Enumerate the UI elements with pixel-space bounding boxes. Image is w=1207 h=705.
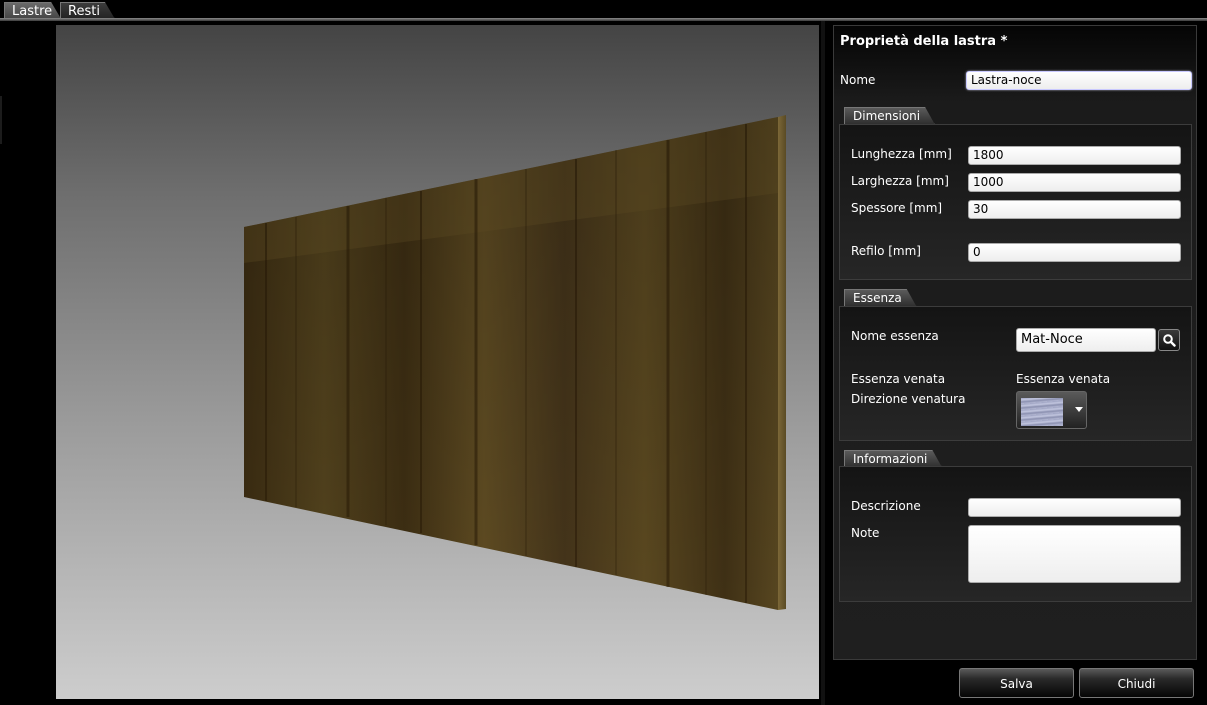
nome-essenza-input[interactable]: Mat-Noce — [1016, 328, 1156, 352]
tab-resti[interactable]: Resti — [60, 2, 115, 19]
properties-panel: Proprietà della lastra * Nome Lastra-noc… — [833, 25, 1197, 660]
larghezza-label: Larghezza [mm] — [851, 174, 949, 188]
3d-viewport[interactable] — [56, 25, 819, 699]
panel-edge — [778, 115, 786, 610]
descrizione-label: Descrizione — [851, 499, 921, 513]
save-button[interactable]: Salva — [959, 668, 1074, 698]
search-icon — [1163, 334, 1176, 347]
panel-title: Proprietà della lastra * — [840, 34, 1008, 49]
lunghezza-label: Lunghezza [mm] — [851, 147, 952, 161]
refilo-label: Refilo [mm] — [851, 244, 921, 258]
tab-bar-underline — [0, 18, 1207, 21]
lunghezza-input[interactable]: 1800 — [968, 146, 1181, 165]
larghezza-input[interactable]: 1000 — [968, 173, 1181, 192]
chevron-down-icon — [1075, 407, 1083, 412]
splitter[interactable] — [821, 21, 825, 705]
nome-input[interactable]: Lastra-noce — [966, 71, 1192, 90]
spessore-input[interactable]: 30 — [968, 200, 1181, 219]
dimensioni-group: Lunghezza [mm] 1800 Larghezza [mm] 1000 … — [839, 124, 1192, 280]
search-essenza-button[interactable] — [1158, 329, 1180, 351]
direzione-venatura-dropdown[interactable] — [1016, 391, 1087, 429]
note-label: Note — [851, 526, 880, 540]
left-gutter — [0, 21, 56, 705]
nome-essenza-label: Nome essenza — [851, 329, 939, 343]
panel-preview — [244, 115, 786, 610]
refilo-input[interactable]: 0 — [968, 243, 1181, 262]
dimensioni-tab: Dimensioni — [844, 107, 935, 125]
essenza-venata-label: Essenza venata — [851, 372, 946, 386]
essenza-venata-value: Essenza venata — [1016, 372, 1111, 386]
informazioni-group: Descrizione Note — [839, 466, 1192, 602]
tab-bar: Lastre Resti — [0, 0, 1207, 21]
grain-swatch-image — [1021, 398, 1063, 426]
note-textarea[interactable] — [968, 525, 1181, 583]
nome-label: Nome — [840, 73, 876, 87]
essenza-tab: Essenza — [844, 289, 917, 307]
close-button[interactable]: Chiudi — [1079, 668, 1194, 698]
essenza-group: Nome essenza Mat-Noce Essenza venata Ess… — [839, 306, 1192, 441]
tab-lastre[interactable]: Lastre — [4, 2, 61, 19]
spessore-label: Spessore [mm] — [851, 201, 943, 215]
direzione-venatura-label: Direzione venatura — [851, 392, 966, 406]
descrizione-input[interactable] — [968, 498, 1181, 517]
